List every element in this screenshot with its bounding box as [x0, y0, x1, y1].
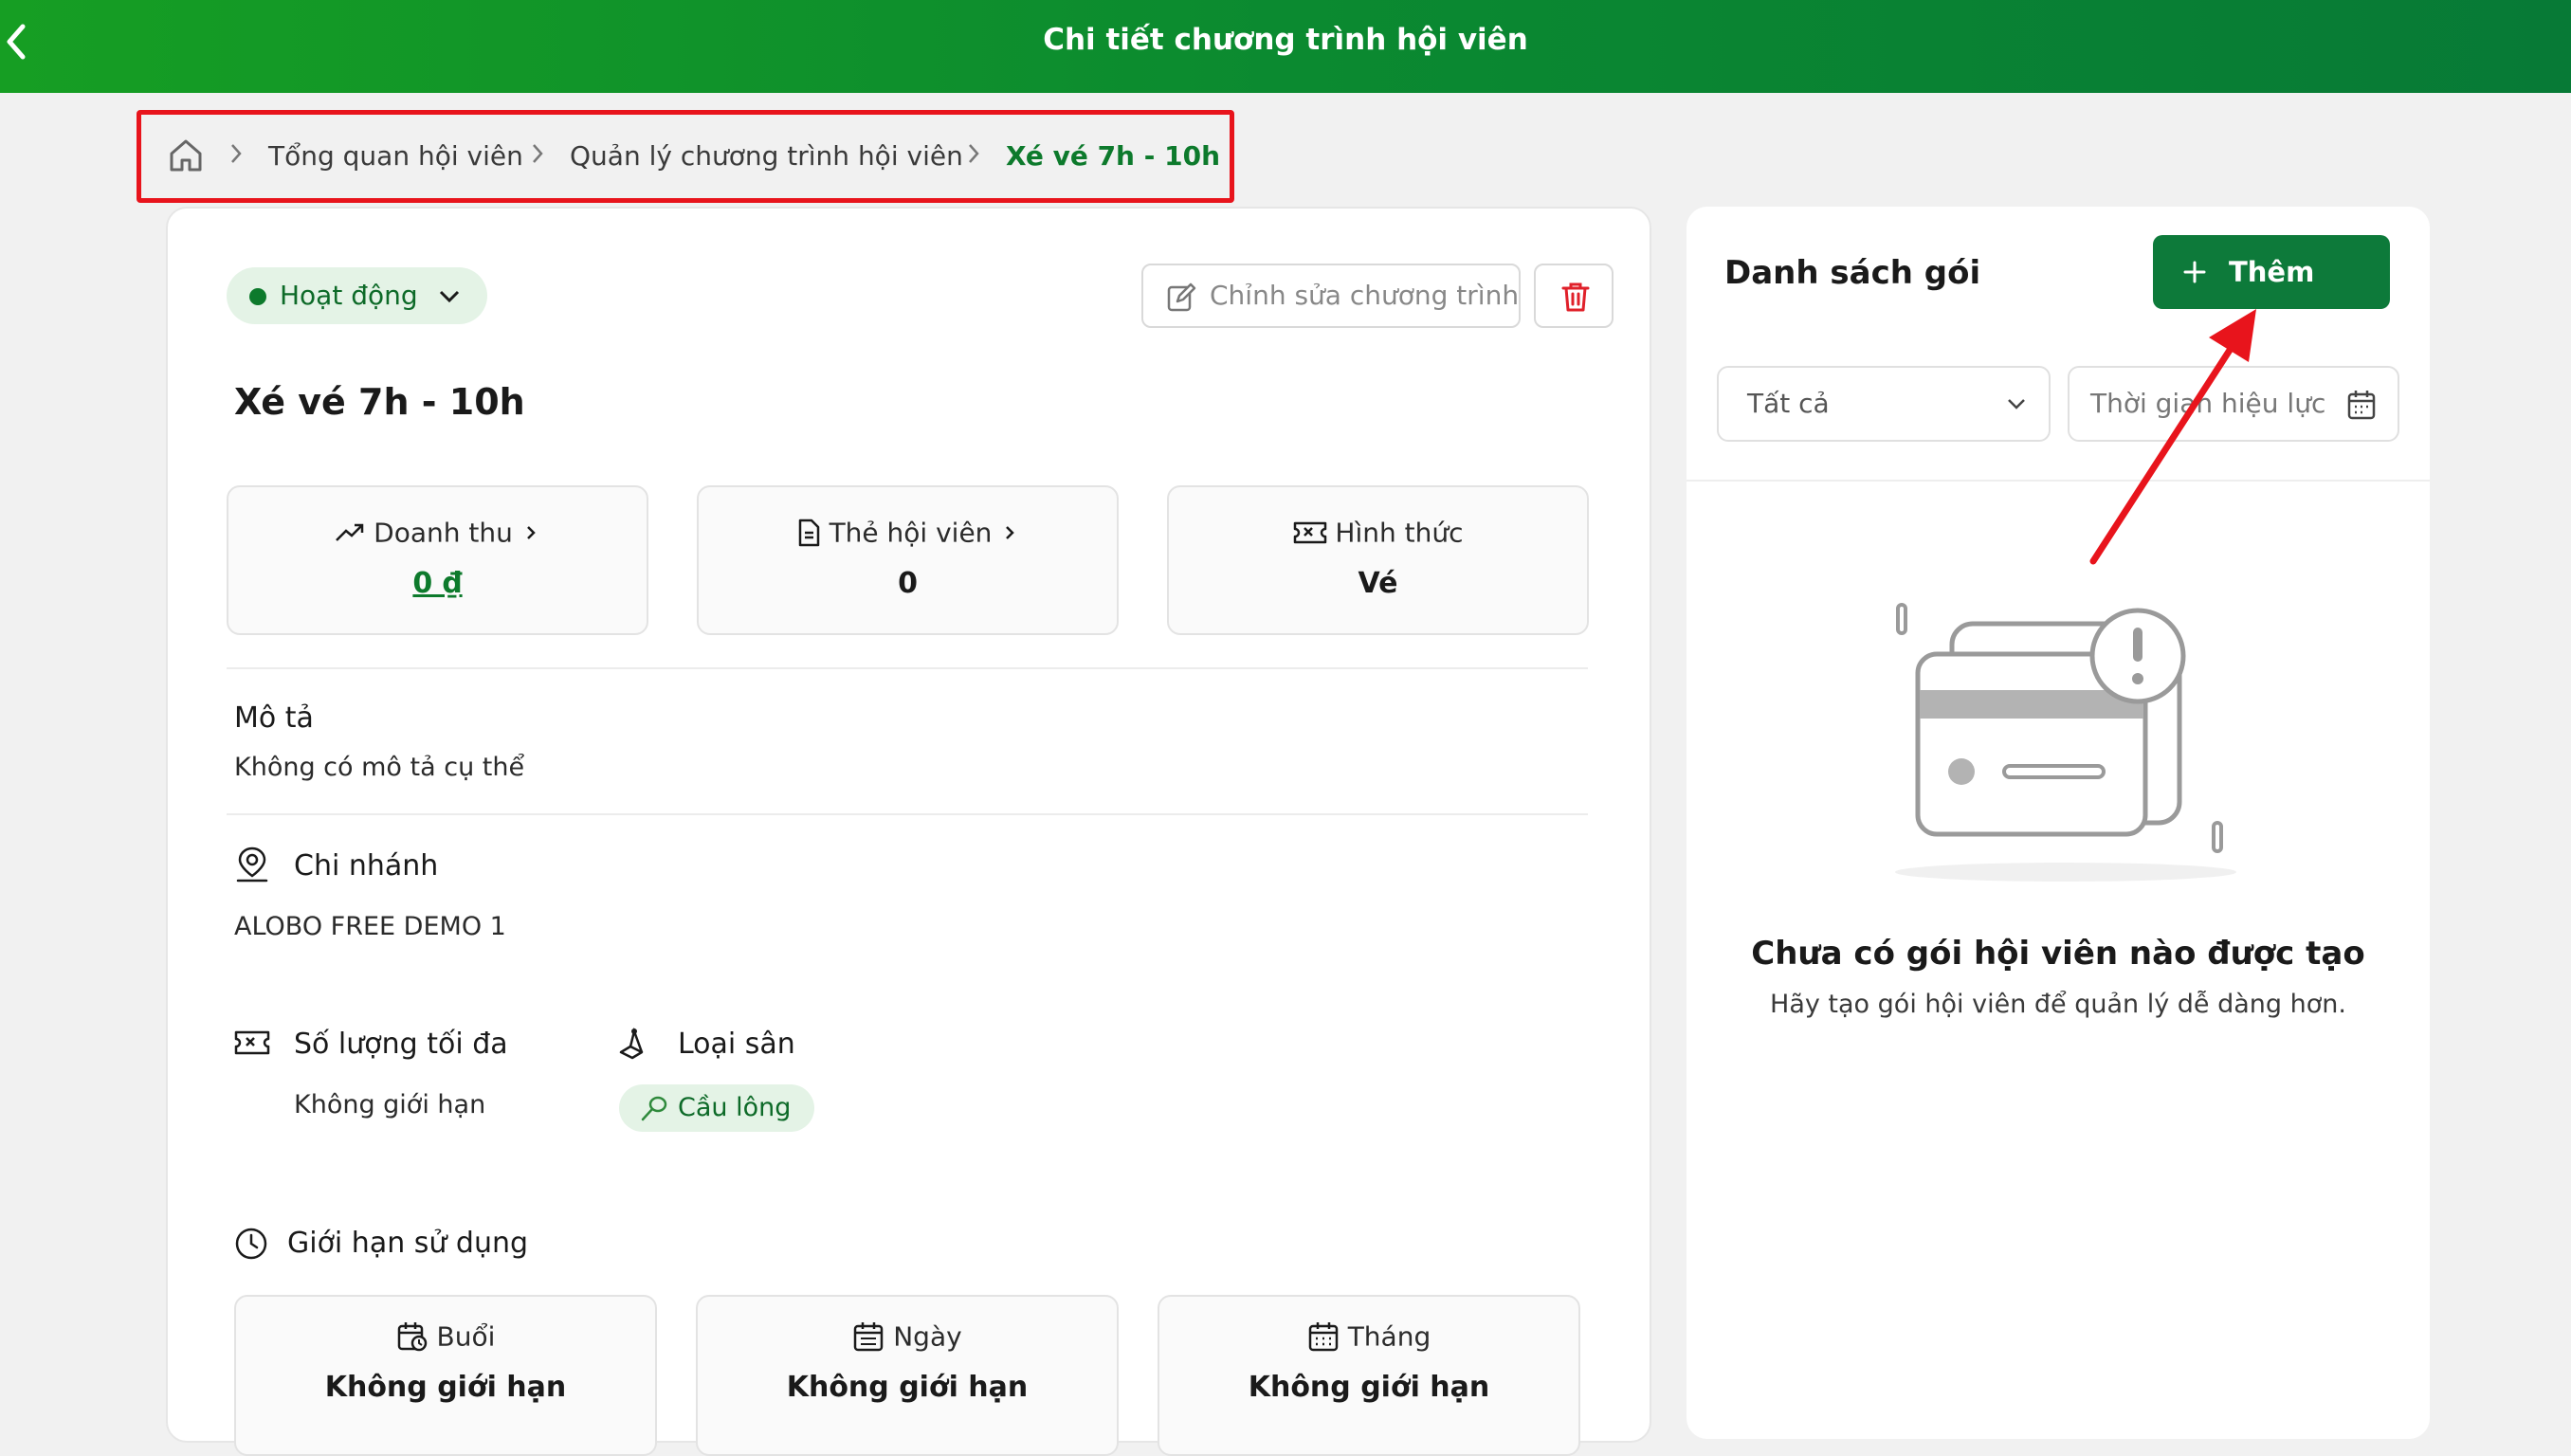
package-filter-select[interactable]: Tất cả	[1717, 366, 2051, 442]
branch-text: ALOBO FREE DEMO 1	[234, 912, 506, 941]
limit-month-value: Không giới hạn	[1248, 1371, 1490, 1404]
status-label: Hoạt động	[280, 280, 418, 311]
usage-limit-title: Giới hạn sử dụng	[287, 1227, 529, 1260]
edit-icon	[1167, 282, 1196, 312]
description-title: Mô tả	[234, 701, 314, 735]
chevron-down-icon	[2008, 399, 2025, 410]
racket-icon	[641, 1096, 667, 1121]
divider	[227, 667, 1588, 669]
stat-member-cards-label: Thẻ hội viên	[829, 517, 993, 549]
package-filter-value: Tất cả	[1747, 388, 1830, 419]
limit-day-label: Ngày	[893, 1320, 962, 1353]
stat-type-label: Hình thức	[1335, 517, 1464, 549]
chevron-right-icon	[1006, 526, 1015, 539]
stat-revenue[interactable]: Doanh thu 0 ₫	[227, 485, 648, 635]
breadcrumb: Tổng quan hội viên Quản lý chương trình …	[137, 110, 1234, 203]
add-package-button[interactable]: Thêm GHV	[2153, 235, 2390, 362]
delete-program-button[interactable]	[1534, 264, 1614, 328]
ticket-icon	[234, 1030, 270, 1055]
court-type-title: Loại sân	[678, 1028, 795, 1061]
stat-revenue-value: 0 ₫	[412, 567, 463, 600]
limit-session-label: Buổi	[436, 1320, 496, 1353]
calendar-grid-icon	[1308, 1322, 1339, 1352]
clock-icon	[235, 1228, 267, 1260]
trash-icon	[1561, 282, 1590, 312]
trending-up-icon	[336, 523, 364, 541]
edit-program-button[interactable]: Chỉnh sửa chương trình	[1141, 264, 1521, 328]
limit-day-value: Không giới hạn	[786, 1371, 1029, 1404]
stat-type: Hình thức Vé	[1167, 485, 1589, 635]
status-dropdown[interactable]: Hoạt động	[227, 267, 487, 324]
edit-program-label: Chỉnh sửa chương trình	[1210, 280, 1520, 311]
description-text: Không có mô tả cụ thể	[234, 753, 525, 782]
effective-date-input[interactable]: Thời gian hiệu lực	[2068, 366, 2399, 442]
program-title: Xé vé 7h - 10h	[234, 381, 525, 423]
location-pin-icon	[236, 846, 268, 883]
branch-title: Chi nhánh	[294, 849, 439, 883]
calendar-icon	[2347, 391, 2376, 420]
package-list-panel: Danh sách gói Thêm GHV Tất cả Thời gian …	[1687, 207, 2430, 1439]
status-dot	[249, 288, 266, 305]
max-quantity-text: Không giới hạn	[294, 1090, 486, 1119]
breadcrumb-item-program-management[interactable]: Quản lý chương trình hội viên	[570, 115, 963, 198]
limit-month: Tháng Không giới hạn	[1158, 1295, 1580, 1456]
empty-state-subtitle: Hãy tạo gói hội viên để quản lý dễ dàng …	[1770, 990, 2346, 1019]
limit-day: Ngày Không giới hạn	[696, 1295, 1119, 1456]
program-detail-card: Hoạt động Chỉnh sửa chương trình Xé vé 7…	[166, 207, 1651, 1456]
stat-member-cards[interactable]: Thẻ hội viên 0	[697, 485, 1119, 635]
stat-revenue-label: Doanh thu	[374, 517, 513, 549]
plus-icon	[2183, 261, 2206, 283]
home-icon[interactable]	[168, 137, 204, 173]
chevron-right-icon	[969, 144, 979, 163]
stat-type-value: Vé	[1358, 567, 1398, 600]
stat-member-cards-value: 0	[898, 567, 918, 600]
max-quantity-title: Số lượng tối đa	[294, 1028, 508, 1061]
app-header: Chi tiết chương trình hội viên	[0, 0, 2571, 93]
chevron-right-icon	[533, 144, 543, 163]
chevron-right-icon	[526, 526, 536, 539]
empty-card-illustration	[1895, 603, 2236, 882]
effective-date-placeholder: Thời gian hiệu lực	[2090, 388, 2326, 419]
chevron-down-icon	[439, 290, 460, 303]
package-list-title: Danh sách gói	[1724, 254, 1981, 292]
page-title: Chi tiết chương trình hội viên	[1043, 23, 1528, 57]
court-type-tag: Cầu lông	[619, 1084, 814, 1132]
ticket-icon	[1293, 521, 1326, 544]
divider	[227, 813, 1588, 815]
court-type-tag-label: Cầu lông	[678, 1093, 792, 1122]
breadcrumb-item-overview[interactable]: Tổng quan hội viên	[268, 115, 523, 198]
calendar-clock-icon	[397, 1322, 427, 1352]
shuttlecock-icon	[619, 1027, 644, 1060]
chevron-right-icon	[231, 144, 242, 163]
breadcrumb-current: Xé vé 7h - 10h	[1006, 140, 1220, 172]
limit-session: Buổi Không giới hạn	[234, 1295, 657, 1456]
empty-state-title: Chưa có gói hội viên nào được tạo	[1751, 935, 2365, 973]
document-icon	[798, 519, 819, 547]
limit-month-label: Tháng	[1347, 1320, 1431, 1353]
limit-session-value: Không giới hạn	[324, 1371, 567, 1404]
calendar-icon	[854, 1322, 884, 1352]
